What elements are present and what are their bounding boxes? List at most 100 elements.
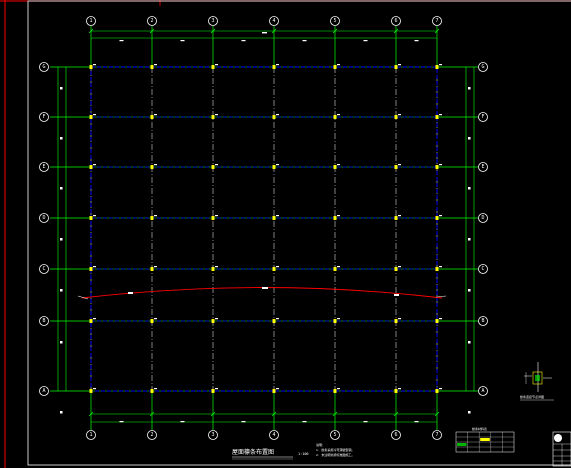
column-label-3-5 xyxy=(276,318,279,320)
column-mark-6-2 xyxy=(435,165,439,169)
side-mark-1-4 xyxy=(468,289,471,292)
cad-drawing: 1 1 2 2 3 3 4 4 5 5 6 6 7 7 G G F F E E D D C C B B A A 屋面檩条布置图 1:1… xyxy=(0,0,571,468)
dim-text-bottom-0 xyxy=(119,421,124,423)
axis-bubble-left-F: F xyxy=(39,112,49,122)
column-label-0-1 xyxy=(93,114,96,116)
axis-grid xyxy=(50,26,478,430)
column-label-2-1 xyxy=(215,114,218,116)
column-label-5-2 xyxy=(398,164,401,166)
column-label-4-3 xyxy=(337,215,340,217)
column-label-6-1 xyxy=(439,114,442,116)
column-label-0-5 xyxy=(93,318,96,320)
tie-rod-outline xyxy=(90,66,438,392)
table-green-cell xyxy=(457,443,467,446)
tie-rod-frame xyxy=(90,66,438,392)
column-label-1-4 xyxy=(154,266,157,268)
axis-bubble-right-G: G xyxy=(478,62,488,72)
column-label-3-3 xyxy=(276,215,279,217)
column-label-4-1 xyxy=(337,114,340,116)
side-mark-0-2 xyxy=(60,187,63,190)
column-mark-3-1 xyxy=(272,115,276,119)
dim-text-bottom-4 xyxy=(363,421,368,423)
column-mark-3-4 xyxy=(272,267,276,271)
column-mark-2-6 xyxy=(211,389,215,393)
column-label-6-4 xyxy=(439,266,442,268)
column-mark-2-3 xyxy=(211,216,215,220)
purlin-lines xyxy=(90,67,438,391)
axis-bubble-right-D: D xyxy=(478,213,488,223)
column-mark-1-5 xyxy=(150,319,154,323)
column-mark-1-0 xyxy=(150,65,154,69)
side-mark-1-2 xyxy=(468,187,471,190)
axis-bubble-left-D: D xyxy=(39,213,49,223)
column-mark-0-4 xyxy=(89,267,93,271)
axis-bubble-top-7-label: 7 xyxy=(435,18,438,24)
drawing-title: 屋面檩条布置图 xyxy=(232,448,274,456)
axis-bubble-top-1: 1 xyxy=(86,16,96,26)
column-label-0-6 xyxy=(93,388,96,390)
column-label-2-2 xyxy=(215,164,218,166)
column-label-6-2 xyxy=(439,164,442,166)
column-mark-3-6 xyxy=(272,389,276,393)
axis-bubble-left-C-label: C xyxy=(42,266,45,272)
axis-bubble-bottom-1: 1 xyxy=(86,430,96,440)
side-mark-0-5 xyxy=(60,341,63,344)
axis-bubble-top-5: 5 xyxy=(330,16,340,26)
axis-bubble-bottom-3-label: 3 xyxy=(211,432,214,438)
dim-text-top-3 xyxy=(302,40,307,42)
axis-bubble-bottom-5-label: 5 xyxy=(333,432,336,438)
side-mark-1-1 xyxy=(468,137,471,140)
axis-bubble-left-G-label: G xyxy=(42,64,45,70)
column-label-1-5 xyxy=(154,318,157,320)
axis-bubble-bottom-5: 5 xyxy=(330,430,340,440)
axis-bubble-right-G-label: G xyxy=(481,64,484,70)
column-label-0-2 xyxy=(93,164,96,166)
material-table: 檩条材料表 xyxy=(455,426,515,453)
column-label-6-0 xyxy=(439,64,442,66)
side-mark-1-0 xyxy=(468,87,471,90)
column-label-4-5 xyxy=(337,318,340,320)
column-mark-3-0 xyxy=(272,65,276,69)
side-mark-0-1 xyxy=(60,137,63,140)
column-label-1-0 xyxy=(154,64,157,66)
axis-bubble-left-A: A xyxy=(39,386,49,396)
axis-bubble-right-C-label: C xyxy=(481,266,484,272)
dim-text-top-0 xyxy=(119,40,124,42)
column-mark-0-5 xyxy=(89,319,93,323)
axis-bubble-bottom-2-label: 2 xyxy=(150,432,153,438)
side-mark-1-3 xyxy=(468,238,471,241)
axis-bubble-left-C: C xyxy=(39,264,49,274)
axis-bubble-right-E: E xyxy=(478,162,488,172)
column-label-3-1 xyxy=(276,114,279,116)
column-label-1-2 xyxy=(154,164,157,166)
axis-bubble-bottom-3: 3 xyxy=(208,430,218,440)
column-mark-2-0 xyxy=(211,65,215,69)
dim-text-bottom-1 xyxy=(180,421,185,423)
axis-bubble-bottom-4-label: 4 xyxy=(272,432,275,438)
column-label-5-4 xyxy=(398,266,401,268)
axis-bubble-top-7: 7 xyxy=(432,16,442,26)
title-area: 屋面檩条布置图 1:100 xyxy=(232,448,309,460)
column-mark-3-3 xyxy=(272,216,276,220)
column-mark-6-0 xyxy=(435,65,439,69)
column-label-3-4 xyxy=(276,266,279,268)
column-mark-0-3 xyxy=(89,216,93,220)
column-mark-4-3 xyxy=(333,216,337,220)
table-highlight-cell xyxy=(480,438,490,441)
axis-bubble-top-3: 3 xyxy=(208,16,218,26)
axis-bubble-right-A: A xyxy=(478,386,488,396)
column-mark-6-6 xyxy=(435,389,439,393)
column-mark-2-5 xyxy=(211,319,215,323)
drawing-scale: 1:100 xyxy=(298,452,309,456)
column-mark-0-0 xyxy=(89,65,93,69)
note-line-3: 2. 未注明处按标准图施工。 xyxy=(316,452,354,457)
column-mark-6-1 xyxy=(435,115,439,119)
column-label-5-0 xyxy=(398,64,401,66)
axis-bubble-right-D-label: D xyxy=(481,215,484,221)
column-label-5-3 xyxy=(398,215,401,217)
axis-bubble-right-A-label: A xyxy=(481,388,484,394)
column-mark-2-4 xyxy=(211,267,215,271)
column-mark-5-3 xyxy=(394,216,398,220)
column-mark-1-4 xyxy=(150,267,154,271)
column-mark-0-2 xyxy=(89,165,93,169)
